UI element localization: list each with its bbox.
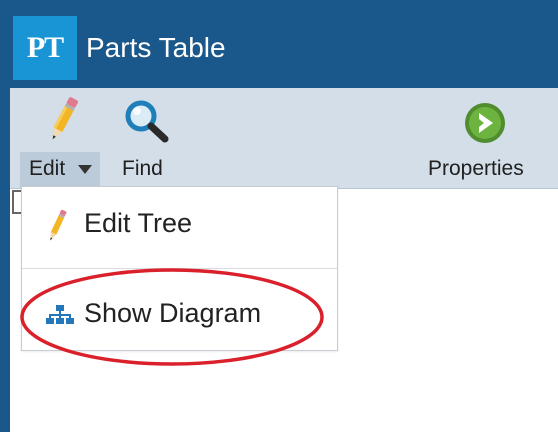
edit-dropdown-menu: Edit Tree Show Diagram — [21, 186, 338, 351]
app-title: Parts Table — [86, 32, 226, 63]
magnifier-icon — [125, 100, 169, 143]
find-button[interactable]: Find — [114, 96, 182, 184]
chevron-down-icon — [78, 165, 92, 174]
menu-item-show-diagram[interactable]: Show Diagram — [22, 269, 337, 351]
arrow-circle-icon — [465, 103, 505, 143]
pencil-icon — [52, 97, 78, 140]
app-logo: PT — [13, 16, 77, 80]
properties-button[interactable]: Properties — [424, 96, 548, 184]
menu-item-edit-tree[interactable]: Edit Tree — [22, 187, 337, 269]
menu-item-label: Edit Tree — [84, 208, 193, 238]
edit-dropdown-toggle[interactable]: Edit — [20, 152, 100, 188]
toolbar: Edit Find Properties — [10, 88, 558, 189]
hierarchy-icon — [46, 305, 74, 324]
edit-label: Edit — [29, 157, 66, 180]
properties-label: Properties — [428, 157, 524, 180]
pencil-icon — [50, 209, 67, 241]
menu-item-label: Show Diagram — [84, 298, 262, 328]
title-bar: PT Parts Table — [10, 12, 558, 88]
edit-button[interactable]: Edit — [20, 96, 102, 188]
find-label: Find — [122, 157, 163, 180]
